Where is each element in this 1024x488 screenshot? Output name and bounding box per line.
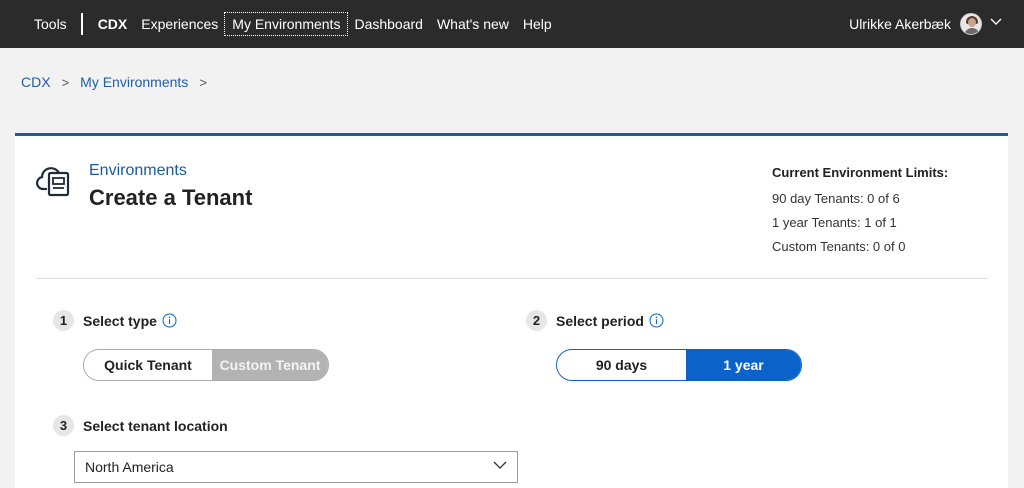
- step-select-type: 1 Select type: [53, 310, 177, 331]
- top-nav-bar: Tools CDX Experiences My Environments Da…: [0, 0, 1024, 48]
- section-label: Environments: [89, 162, 187, 179]
- nav-whats-new[interactable]: What's new: [430, 13, 516, 35]
- limit-90-day: 90 day Tenants: 0 of 6: [772, 191, 900, 206]
- nav-my-environments[interactable]: My Environments: [224, 12, 349, 36]
- nav-separator: [80, 13, 83, 35]
- tenant-type-toggle: Quick Tenant Custom Tenant: [83, 349, 329, 381]
- info-icon[interactable]: [162, 313, 177, 328]
- breadcrumb-separator: >: [199, 74, 207, 90]
- nav-brand-cdx[interactable]: CDX: [91, 13, 135, 35]
- page-title: Create a Tenant: [89, 185, 253, 210]
- breadcrumb-cdx[interactable]: CDX: [21, 74, 51, 90]
- step-label: Select type: [83, 312, 157, 329]
- chevron-down-icon: [493, 461, 507, 469]
- user-menu[interactable]: Ulrikke Akerbæk: [849, 13, 1002, 35]
- nav-tools[interactable]: Tools: [27, 13, 74, 35]
- info-icon[interactable]: [649, 313, 664, 328]
- nav-help[interactable]: Help: [516, 13, 559, 35]
- user-name: Ulrikke Akerbæk: [849, 16, 951, 32]
- step-label: Select tenant location: [83, 417, 228, 434]
- breadcrumb: CDX > My Environments >: [21, 74, 218, 90]
- nav-experiences[interactable]: Experiences: [134, 13, 225, 35]
- divider: [36, 278, 988, 279]
- chevron-down-icon[interactable]: [990, 18, 1002, 26]
- option-90-days[interactable]: 90 days: [557, 350, 686, 380]
- avatar[interactable]: [960, 13, 982, 35]
- limit-custom: Custom Tenants: 0 of 0: [772, 239, 906, 254]
- breadcrumb-my-environments[interactable]: My Environments: [80, 74, 188, 90]
- option-custom-tenant[interactable]: Custom Tenant: [212, 350, 328, 380]
- step-select-period: 2 Select period: [526, 310, 664, 331]
- period-toggle: 90 days 1 year: [556, 349, 802, 381]
- option-quick-tenant[interactable]: Quick Tenant: [84, 350, 212, 380]
- step-number: 2: [526, 310, 547, 331]
- step-select-location: 3 Select tenant location: [53, 415, 228, 436]
- selected-location: North America: [85, 459, 174, 475]
- limits-title: Current Environment Limits:: [772, 165, 949, 180]
- step-number: 1: [53, 310, 74, 331]
- option-1-year[interactable]: 1 year: [686, 350, 801, 380]
- limit-1-year: 1 year Tenants: 1 of 1: [772, 215, 897, 230]
- step-label: Select period: [556, 312, 644, 329]
- nav-dashboard[interactable]: Dashboard: [347, 13, 430, 35]
- create-tenant-card: Environments Create a Tenant Current Env…: [15, 133, 1008, 488]
- environment-limits: Current Environment Limits: 90 day Tenan…: [772, 165, 948, 263]
- tenant-location-select[interactable]: North America: [74, 451, 518, 483]
- breadcrumb-separator: >: [61, 74, 70, 90]
- step-number: 3: [53, 415, 74, 436]
- cloud-document-icon: [36, 167, 70, 197]
